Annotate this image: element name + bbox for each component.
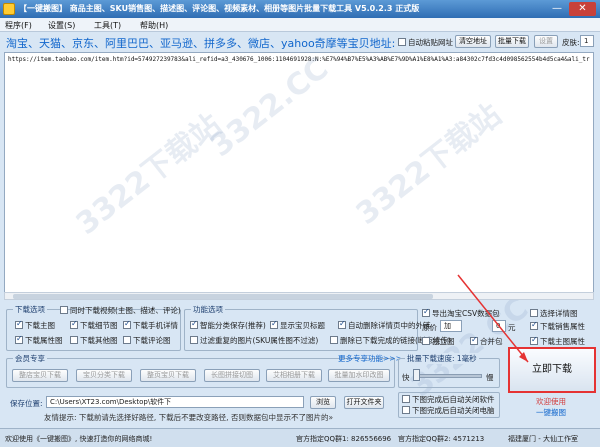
auto-shutdown-pc-label: 下图完成后自动关闭电脑 bbox=[412, 406, 495, 415]
batch-download-button[interactable]: 批量下载 bbox=[495, 35, 529, 48]
download-main-attr-label: 下载主图属性 bbox=[540, 337, 585, 346]
only-image-label: 独立图 bbox=[432, 337, 455, 346]
export-csv-checkbox[interactable] bbox=[422, 307, 430, 317]
download-mobile-detail-checkbox[interactable] bbox=[123, 319, 131, 329]
welcome-text: 欢迎使用 bbox=[536, 397, 566, 406]
save-path-input[interactable]: C:\Users\XT23.com\Desktop\软件下 bbox=[46, 396, 304, 408]
download-review-image-checkbox[interactable] bbox=[123, 336, 131, 344]
smart-save-label: 智能分类保存(推荐) bbox=[200, 321, 266, 330]
menu-program[interactable]: 程序(F) bbox=[5, 20, 32, 31]
long-image-button[interactable]: 长图拼接切图 bbox=[204, 369, 260, 382]
download-review-image-label: 下载评论图 bbox=[133, 336, 171, 345]
open-folder-button[interactable]: 打开文件夹 bbox=[344, 396, 384, 409]
auto-shutdown-pc-checkbox[interactable] bbox=[402, 406, 410, 414]
download-sku-attr-checkbox[interactable] bbox=[530, 320, 538, 330]
app-icon bbox=[3, 3, 15, 15]
download-main-image-label: 下载主图 bbox=[25, 321, 55, 330]
auto-paste-checkbox[interactable] bbox=[398, 38, 406, 46]
speed-slow-label: 慢 bbox=[486, 373, 494, 382]
menu-tools[interactable]: 工具(T) bbox=[94, 20, 121, 31]
shop-download-button[interactable]: 整店宝贝下载 bbox=[12, 369, 68, 382]
sync-video-checkbox[interactable] bbox=[60, 306, 68, 314]
speed-fast-label: 快 bbox=[402, 373, 410, 382]
page-download-button[interactable]: 整页宝贝下载 bbox=[140, 369, 196, 382]
auto-paste-label: 自动粘贴网址 bbox=[408, 38, 453, 47]
remove-links-checkbox[interactable] bbox=[338, 319, 346, 329]
settings-button[interactable]: 设置 bbox=[534, 35, 558, 48]
status-company: 福建厦门 - 大仙工作室 bbox=[508, 435, 578, 443]
speed-slider-knob[interactable] bbox=[413, 369, 421, 381]
sync-video-label: 同时下载视频(主图、描述、评论) bbox=[70, 306, 181, 315]
browse-button[interactable]: 浏览 bbox=[310, 396, 336, 409]
merge-package-label: 合并包 bbox=[480, 337, 503, 346]
function-options-title: 功能选项 bbox=[191, 304, 225, 315]
auto-close-software-label: 下图完成后自动关闭软件 bbox=[412, 395, 495, 404]
filter-duplicates-label: 过滤重复的图片(SKU属性图不过滤) bbox=[200, 336, 319, 345]
status-qq2: 官方指定QQ群2: 4571213 bbox=[398, 435, 485, 443]
speed-slider-track[interactable] bbox=[414, 374, 482, 378]
only-image-radio[interactable] bbox=[422, 337, 430, 345]
select-detail-image-checkbox[interactable] bbox=[530, 309, 538, 317]
remove-links-label: 自动删除详情页中的外链 bbox=[348, 321, 431, 330]
more-features-link[interactable]: 更多专享功能>>> bbox=[338, 353, 402, 364]
menu-help[interactable]: 帮助(H) bbox=[140, 20, 168, 31]
filter-duplicates-checkbox[interactable] bbox=[190, 336, 198, 344]
show-title-label: 显示宝贝标题 bbox=[280, 321, 325, 330]
auto-close-software-checkbox[interactable] bbox=[402, 395, 410, 403]
window-title: 【一键搬图】 商品主图、SKU销售图、描述图、评论图、视频素材、相册等图片批量下… bbox=[19, 4, 420, 13]
price-mode-select[interactable]: 加 bbox=[440, 320, 462, 332]
status-bar: 欢迎使用《一键搬图》, 快速打造你的网络商城! 官方指定QQ群1: 826556… bbox=[0, 428, 600, 447]
clear-address-button[interactable]: 清空地址 bbox=[455, 35, 491, 48]
close-button[interactable]: ✕ bbox=[569, 2, 596, 16]
scrollbar-thumb[interactable] bbox=[13, 294, 433, 299]
menu-settings[interactable]: 设置(S) bbox=[48, 20, 75, 31]
show-title-checkbox[interactable] bbox=[270, 319, 278, 329]
horizontal-scrollbar[interactable] bbox=[4, 292, 594, 300]
album-download-button[interactable]: 艾相相册下载 bbox=[266, 369, 322, 382]
minimize-button[interactable]: — bbox=[548, 2, 566, 16]
watermark-batch-button[interactable]: 批量加水印改图 bbox=[328, 369, 390, 382]
title-bar: 【一键搬图】 商品主图、SKU销售图、描述图、评论图、视频素材、相册等图片批量下… bbox=[0, 0, 600, 18]
delete-finished-checkbox[interactable] bbox=[330, 336, 338, 344]
yuan-label: 元 bbox=[508, 323, 516, 332]
download-attribute-image-checkbox[interactable] bbox=[15, 334, 23, 344]
download-other-image-label: 下载其他图 bbox=[80, 336, 118, 345]
export-csv-label: 导出淘宝CSV数据包 bbox=[432, 309, 500, 318]
start-download-button[interactable]: 立即下载 bbox=[508, 347, 596, 393]
status-qq1: 官方指定QQ群1: 826556696 bbox=[296, 435, 392, 443]
download-main-attr-checkbox[interactable] bbox=[530, 335, 538, 345]
app-name-link[interactable]: 一键搬图 bbox=[536, 407, 566, 418]
download-other-image-checkbox[interactable] bbox=[70, 336, 78, 344]
select-detail-image-label: 选择详情图 bbox=[540, 309, 578, 318]
save-location-label: 保存位置: bbox=[10, 399, 43, 408]
merge-package-radio[interactable] bbox=[470, 335, 478, 345]
download-options-title: 下载选项 bbox=[13, 304, 47, 315]
original-price-label: 原价 bbox=[422, 323, 437, 332]
download-attribute-image-label: 下载属性图 bbox=[25, 336, 63, 345]
url-bar: 淘宝、天猫、京东、阿里巴巴、亚马逊、拼多多、微店、yahoo奇摩等宝贝地址: 自… bbox=[0, 33, 600, 51]
speed-title: 批量下载速度: 1毫秒 bbox=[405, 353, 479, 364]
download-main-image-checkbox[interactable] bbox=[15, 319, 23, 329]
download-sku-attr-label: 下载销售属性 bbox=[540, 322, 585, 331]
status-welcome: 欢迎使用《一键搬图》, 快速打造你的网络商城! bbox=[5, 435, 153, 443]
smart-save-checkbox[interactable] bbox=[190, 319, 198, 329]
download-detail-image-checkbox[interactable] bbox=[70, 319, 78, 329]
download-detail-image-label: 下载细节图 bbox=[80, 321, 118, 330]
skin-label: 皮肤: bbox=[562, 38, 580, 47]
category-download-button[interactable]: 宝贝分类下载 bbox=[76, 369, 132, 382]
url-area-title: 淘宝、天猫、京东、阿里巴巴、亚马逊、拼多多、微店、yahoo奇摩等宝贝地址: bbox=[6, 37, 396, 50]
download-mobile-detail-label: 下载手机详情 bbox=[133, 321, 178, 330]
member-title: 会员专享 bbox=[13, 353, 47, 364]
price-input[interactable]: 0 bbox=[492, 320, 506, 332]
menu-bar: 程序(F) 设置(S) 工具(T) 帮助(H) bbox=[0, 18, 600, 32]
skin-input[interactable]: 1 bbox=[580, 35, 594, 47]
tip-text: 友情提示: 下载前请先选择好路径, 下载后不要改变路径, 否则数据包中显示不了图… bbox=[44, 413, 334, 422]
